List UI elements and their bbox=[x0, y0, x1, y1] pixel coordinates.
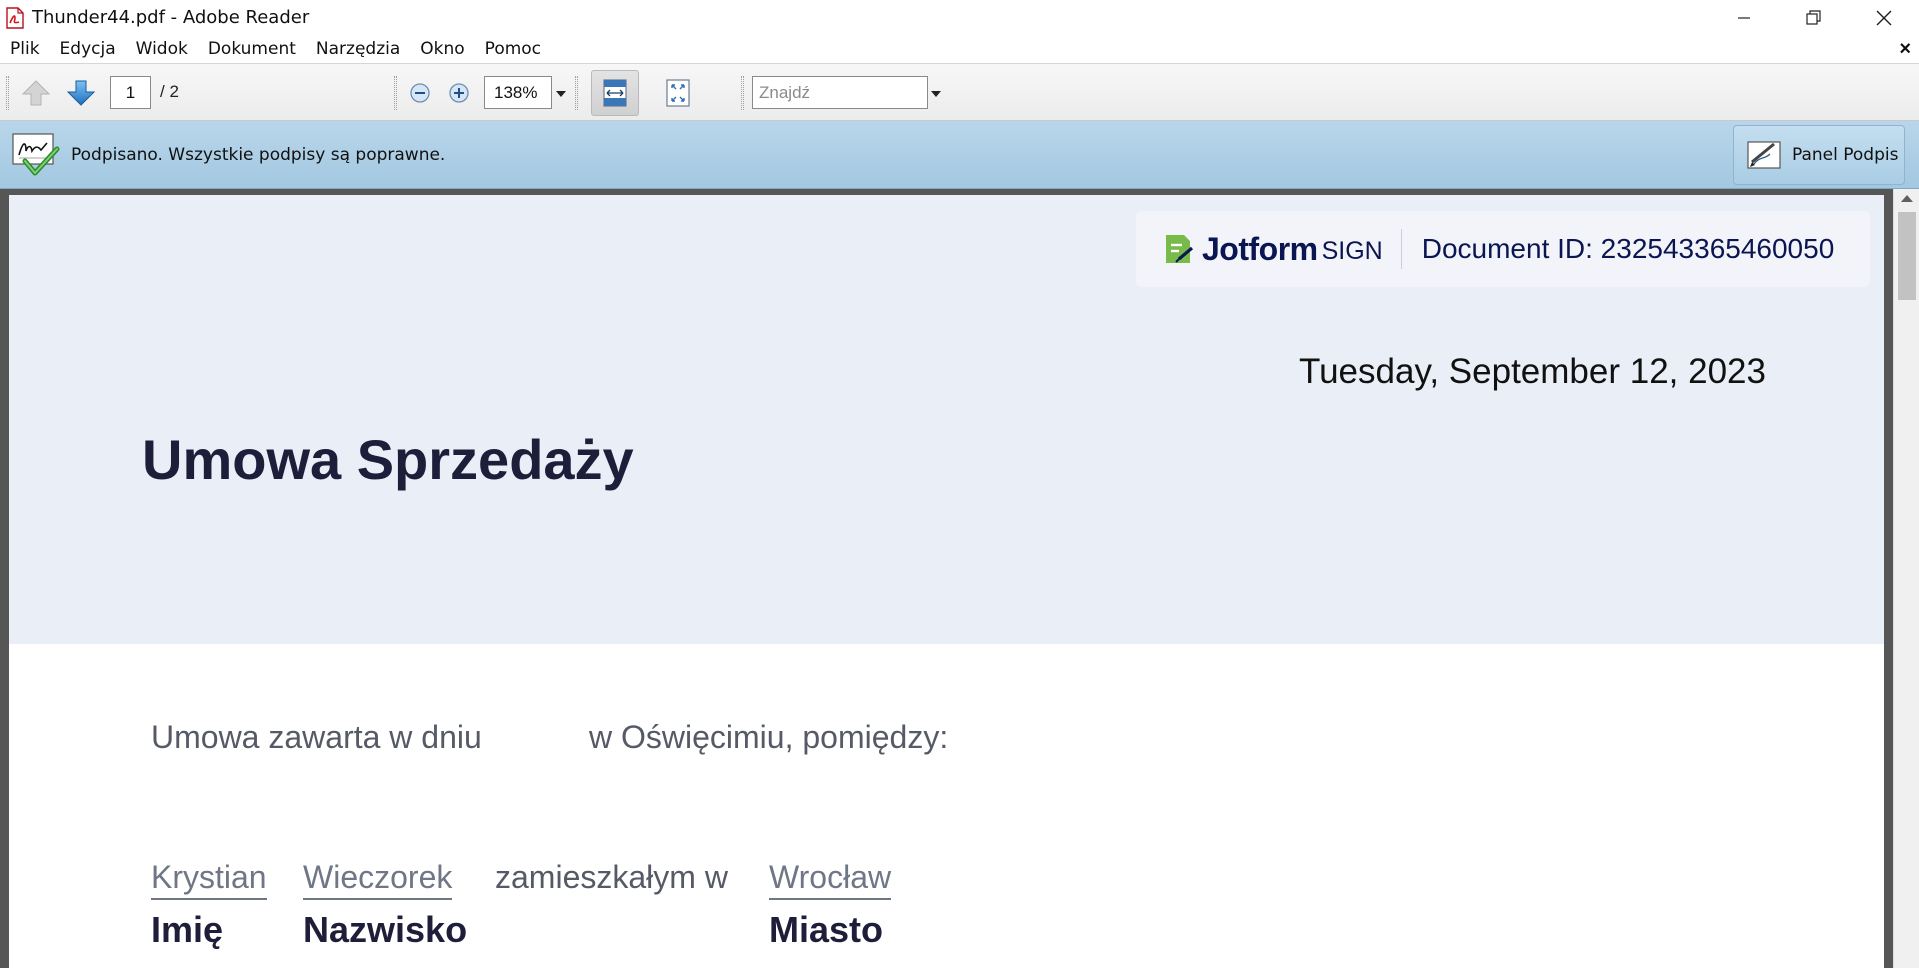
signature-pen-icon bbox=[1747, 141, 1781, 169]
document-id: Document ID: 232543365460050 bbox=[1421, 233, 1835, 264]
pdf-file-icon bbox=[4, 6, 26, 29]
pdf-page: Jotform SIGN Document ID: 23254336546005… bbox=[9, 195, 1884, 968]
minimize-icon bbox=[1738, 16, 1750, 19]
menu-bar: Plik Edycja Widok Dokument Narzędzia Okn… bbox=[0, 35, 1919, 64]
jotform-brand: Jotform bbox=[1202, 230, 1318, 267]
zoom-out-button[interactable] bbox=[409, 82, 431, 109]
first-name-field: Krystian bbox=[151, 859, 267, 900]
last-name-label: Nazwisko bbox=[303, 909, 468, 950]
signature-panel-label: Panel Podpis bbox=[1792, 145, 1899, 165]
find-dropdown-icon[interactable] bbox=[931, 91, 941, 97]
menu-narzedzia[interactable]: Narzędzia bbox=[306, 39, 410, 59]
jotform-brand-suffix: SIGN bbox=[1321, 236, 1383, 265]
document-title: Umowa Sprzedaży bbox=[142, 428, 634, 491]
menu-pomoc[interactable]: Pomoc bbox=[475, 39, 551, 59]
first-name-label: Imię bbox=[151, 909, 224, 950]
last-name-field: Wieczorek bbox=[303, 859, 453, 900]
scroll-up-icon[interactable] bbox=[1901, 195, 1913, 202]
signature-valid-icon bbox=[11, 131, 61, 179]
toolbar-grip[interactable] bbox=[575, 76, 578, 110]
menu-okno[interactable]: Okno bbox=[410, 39, 474, 59]
jotform-sign-badge: Jotform SIGN Document ID: 23254336546005… bbox=[1136, 211, 1870, 287]
close-icon bbox=[1876, 10, 1892, 25]
intro-text-left: Umowa zawarta w dniu bbox=[151, 719, 482, 755]
toolbar-grip[interactable] bbox=[6, 76, 9, 110]
badge-divider bbox=[1400, 229, 1402, 269]
menu-edycja[interactable]: Edycja bbox=[50, 39, 126, 59]
toolbar-grip[interactable] bbox=[741, 76, 744, 110]
document-header-band: Jotform SIGN Document ID: 23254336546005… bbox=[9, 195, 1884, 644]
signature-status-bar: Podpisano. Wszystkie podpisy są poprawne… bbox=[0, 121, 1919, 189]
jotform-logo: Jotform SIGN bbox=[1162, 231, 1383, 268]
zoom-out-icon bbox=[410, 83, 430, 103]
find-input[interactable]: Znajdź bbox=[752, 76, 928, 109]
toolbar: 1 / 2 138% Znajdź bbox=[0, 64, 1919, 121]
fit-page-button[interactable] bbox=[654, 70, 702, 116]
arrow-up-icon bbox=[21, 80, 51, 106]
zoom-in-button[interactable] bbox=[448, 82, 470, 109]
fit-width-button[interactable] bbox=[591, 70, 639, 116]
fit-page-icon bbox=[666, 79, 690, 107]
menu-plik[interactable]: Plik bbox=[0, 39, 50, 59]
vertical-scrollbar[interactable] bbox=[1893, 189, 1919, 968]
zoom-level-input[interactable]: 138% bbox=[484, 76, 552, 109]
document-date: Tuesday, September 12, 2023 bbox=[1299, 352, 1766, 391]
restore-button[interactable] bbox=[1779, 0, 1849, 35]
intro-text-right: w Oświęcimiu, pomiędzy: bbox=[589, 719, 949, 755]
city-field: Wrocław bbox=[769, 859, 892, 900]
title-bar: Thunder44.pdf - Adobe Reader bbox=[0, 0, 1919, 35]
signature-panel-button[interactable]: Panel Podpis bbox=[1733, 125, 1905, 185]
page-number-input[interactable]: 1 bbox=[110, 76, 151, 109]
minimize-button[interactable] bbox=[1709, 0, 1779, 35]
next-page-button[interactable] bbox=[65, 78, 97, 113]
page-total: / 2 bbox=[160, 82, 179, 101]
close-window-button[interactable] bbox=[1849, 0, 1919, 35]
arrow-down-icon bbox=[66, 80, 96, 106]
signature-status-message: Podpisano. Wszystkie podpisy są poprawne… bbox=[71, 145, 446, 165]
menu-dokument[interactable]: Dokument bbox=[198, 39, 306, 59]
menu-widok[interactable]: Widok bbox=[126, 39, 198, 59]
close-document-button[interactable]: × bbox=[1899, 38, 1911, 61]
previous-page-button[interactable] bbox=[20, 78, 52, 113]
window-title: Thunder44.pdf - Adobe Reader bbox=[32, 7, 310, 28]
resides-in-text: zamieszkałym w bbox=[495, 859, 728, 895]
fit-width-icon bbox=[603, 79, 627, 107]
zoom-dropdown-icon[interactable] bbox=[556, 91, 566, 97]
toolbar-grip[interactable] bbox=[394, 76, 397, 110]
zoom-in-icon bbox=[449, 83, 469, 103]
city-label: Miasto bbox=[769, 909, 884, 950]
scrollbar-thumb[interactable] bbox=[1898, 212, 1916, 300]
document-view[interactable]: Jotform SIGN Document ID: 23254336546005… bbox=[0, 189, 1919, 968]
restore-icon bbox=[1806, 9, 1821, 25]
jotform-logo-icon bbox=[1166, 235, 1194, 263]
